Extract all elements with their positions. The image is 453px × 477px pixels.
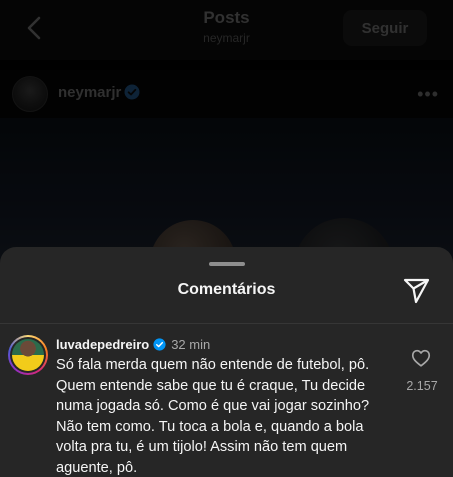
like-count: 2.157 <box>406 379 438 393</box>
heart-icon[interactable] <box>410 347 432 369</box>
verified-badge-icon <box>153 338 166 351</box>
more-options-icon[interactable]: ••• <box>417 84 439 105</box>
comments-sheet: Comentários luvadepedreiro 32 min Só fal… <box>0 247 453 477</box>
post-image <box>0 118 453 268</box>
comments-title: Comentários <box>177 281 276 298</box>
comment-text: Só fala merda quem não entende de futebo… <box>56 357 370 476</box>
post-author-avatar[interactable] <box>12 76 48 112</box>
follow-button[interactable]: Seguir <box>343 10 427 46</box>
send-icon[interactable] <box>401 275 431 305</box>
commenter-avatar[interactable] <box>8 335 48 375</box>
verified-badge-icon <box>124 84 140 100</box>
post-author-username[interactable]: neymarjr <box>58 84 121 101</box>
sheet-divider <box>0 323 453 324</box>
comment-header: luvadepedreiro 32 min <box>56 337 210 352</box>
top-nav-bar: Posts neymarjr Seguir <box>0 0 453 60</box>
post-header: neymarjr ••• <box>0 70 453 118</box>
comment-timestamp: 32 min <box>171 337 211 352</box>
sheet-drag-handle[interactable] <box>209 262 245 266</box>
commenter-username[interactable]: luvadepedreiro <box>56 337 149 352</box>
